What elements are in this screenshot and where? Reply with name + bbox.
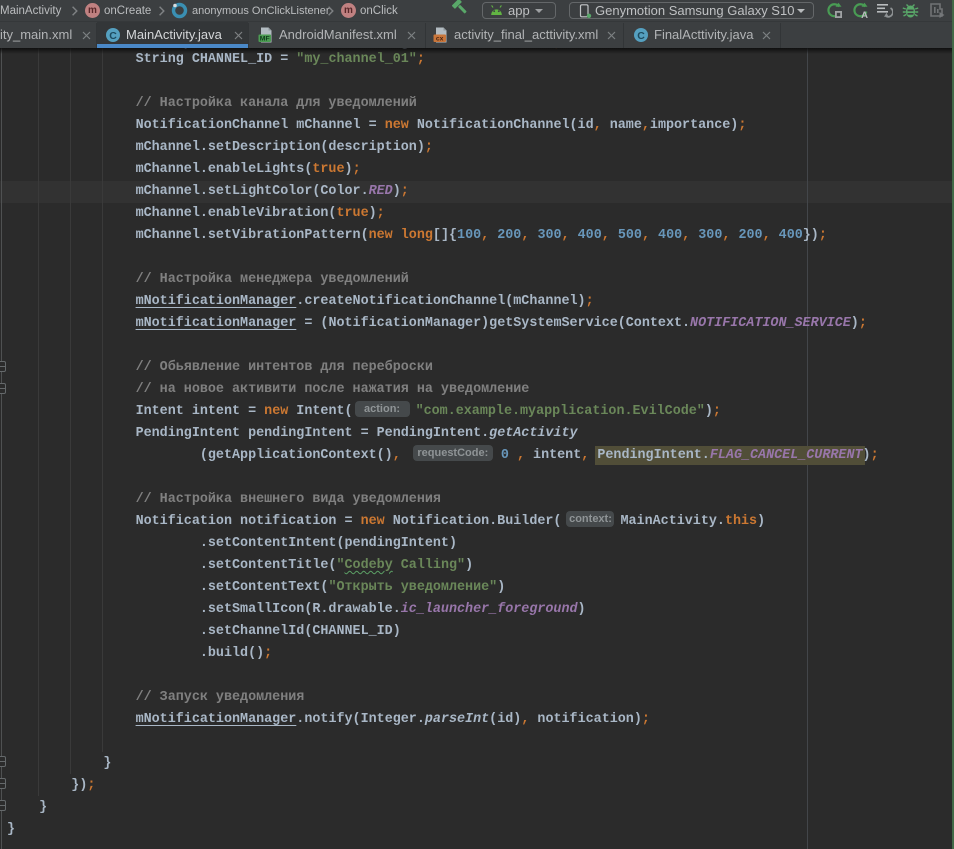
svg-text:MF: MF <box>260 36 270 43</box>
svg-text:cx: cx <box>436 36 444 43</box>
svg-text:A: A <box>861 10 868 19</box>
svg-text:C: C <box>637 30 645 42</box>
svg-text:C: C <box>109 30 117 42</box>
